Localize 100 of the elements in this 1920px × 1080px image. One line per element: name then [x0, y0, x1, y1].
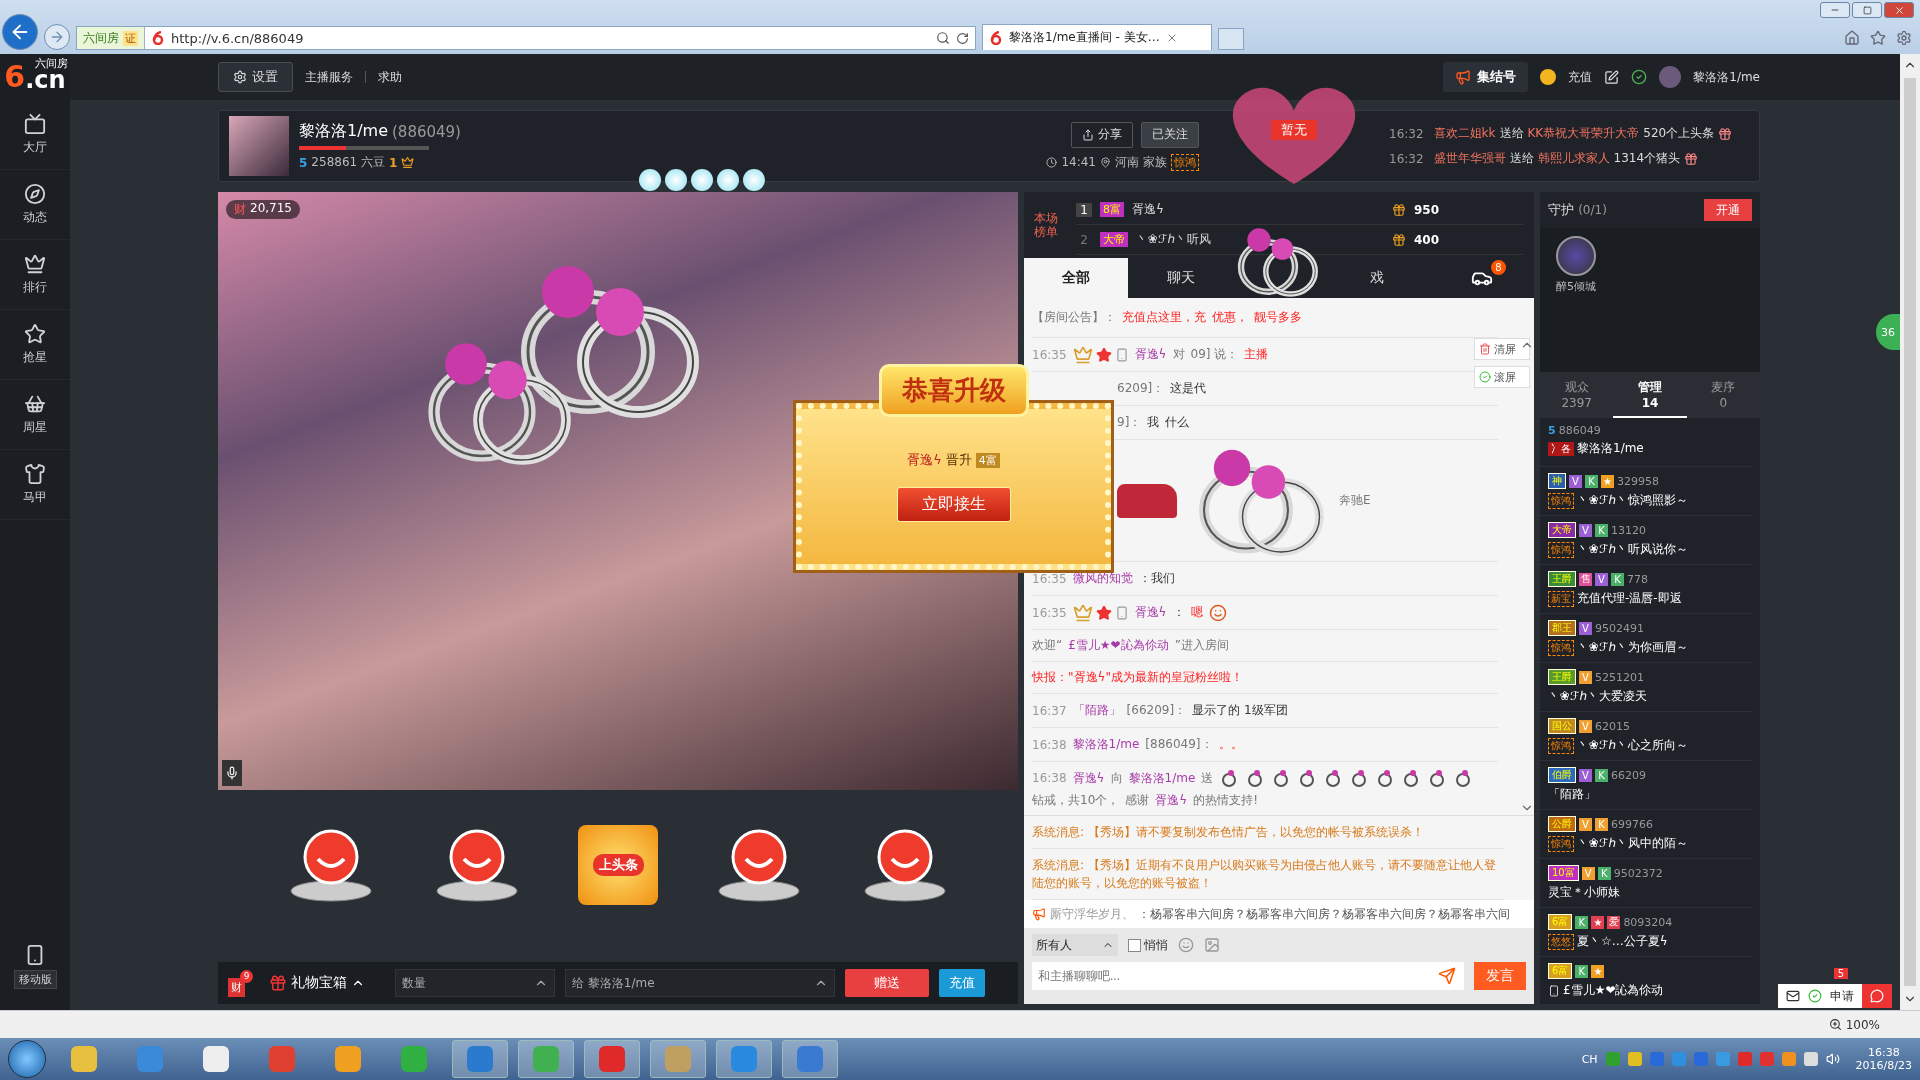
- user-name[interactable]: 充值代理-温唇-即返: [1577, 590, 1682, 607]
- taskbar-button[interactable]: [782, 1040, 838, 1078]
- user-name[interactable]: 胥逸ϟ: [1134, 604, 1167, 621]
- nav-item[interactable]: 大厅: [0, 100, 70, 170]
- whisper-checkbox[interactable]: 悄悄: [1128, 936, 1168, 954]
- refresh-icon[interactable]: [956, 31, 969, 45]
- header-link[interactable]: 主播服务: [305, 68, 353, 86]
- user-name[interactable]: £雪儿★❤訫為伱动: [1068, 637, 1169, 654]
- quantity-field[interactable]: 数量: [395, 969, 555, 997]
- chat-tab[interactable]: 戏: [1325, 258, 1430, 298]
- share-button[interactable]: 分享: [1071, 121, 1133, 148]
- forward-button[interactable]: [44, 24, 70, 50]
- user-name[interactable]: 夏丶☆…公子夏ϟ: [1577, 933, 1668, 950]
- nav-item[interactable]: 动态: [0, 170, 70, 240]
- family-badge[interactable]: 惊鸿: [1171, 153, 1199, 171]
- minimize-button[interactable]: [1820, 2, 1850, 18]
- nav-item[interactable]: 周星: [0, 380, 70, 450]
- new-tab-button[interactable]: [1218, 28, 1244, 50]
- user-tab[interactable]: 麦序 0: [1686, 372, 1760, 418]
- close-button[interactable]: [1884, 2, 1914, 18]
- user-name[interactable]: 丶❀ℱℎ丶心之所向～: [1577, 737, 1689, 754]
- headline-gift[interactable]: 上头条: [578, 825, 658, 905]
- user-name[interactable]: £雪儿★❤訫為伱动: [1563, 982, 1664, 999]
- receiver-name[interactable]: 韩熙儿求家人: [1537, 150, 1610, 167]
- settings-button[interactable]: 设置: [218, 62, 293, 92]
- chat-tab[interactable]: 全部: [1024, 258, 1129, 298]
- chat-input[interactable]: 和主播聊聊吧...: [1032, 962, 1430, 990]
- sender-name[interactable]: 盛世年华强哥: [1433, 150, 1506, 167]
- back-button[interactable]: [2, 14, 38, 50]
- chat-tab[interactable]: 聊天: [1128, 258, 1233, 298]
- settings-icon[interactable]: [1896, 30, 1912, 46]
- user-name[interactable]: 微风的知觉: [1072, 570, 1133, 587]
- recharge-link[interactable]: 充值: [1568, 68, 1593, 86]
- user-tab[interactable]: 观众 2397: [1540, 372, 1614, 418]
- sender-name[interactable]: 喜欢二姐kk: [1433, 125, 1496, 142]
- favorites-icon[interactable]: [1870, 30, 1886, 46]
- user-name[interactable]: 丶❀ℱℎ丶听风说你～: [1577, 541, 1689, 558]
- search-icon[interactable]: [936, 31, 950, 45]
- microphone-button[interactable]: [222, 760, 242, 786]
- follow-button[interactable]: 已关注: [1141, 121, 1199, 148]
- apply-link[interactable]: 申请: [1830, 987, 1854, 1005]
- site-identity[interactable]: 六间房 证: [77, 27, 145, 49]
- nav-item[interactable]: 马甲: [0, 450, 70, 520]
- send-icon-button[interactable]: [1430, 962, 1464, 990]
- user-name[interactable]: 胥逸ϟ: [1072, 769, 1105, 787]
- mail-icon[interactable]: [1786, 989, 1800, 1003]
- give-button[interactable]: 赠送: [845, 969, 929, 997]
- user-name[interactable]: 丶❀ℱℎ丶听风: [1136, 231, 1212, 248]
- emoji-icon[interactable]: [1178, 937, 1194, 953]
- start-button[interactable]: [8, 1040, 46, 1078]
- user-name[interactable]: 黎洛洛1/me: [1072, 736, 1140, 753]
- header-link[interactable]: 求助: [378, 68, 402, 86]
- zoom-level[interactable]: 100%: [1845, 1017, 1880, 1032]
- zoom-icon[interactable]: [1828, 1018, 1842, 1031]
- restore-button[interactable]: [1852, 2, 1882, 18]
- user-avatar[interactable]: [1659, 66, 1682, 88]
- message-button[interactable]: [1862, 984, 1892, 1008]
- home-icon[interactable]: [1844, 30, 1860, 46]
- scrollbar-thumb[interactable]: [1904, 78, 1916, 986]
- user-name[interactable]: 丶❀ℱℎ丶惊鸿照影～: [1577, 492, 1689, 509]
- wealth-badge[interactable]: 财: [228, 977, 245, 997]
- taskbar-button[interactable]: [452, 1040, 508, 1078]
- user-name[interactable]: 胥逸ϟ: [1134, 346, 1167, 363]
- image-icon[interactable]: [1204, 937, 1220, 953]
- nav-item[interactable]: 排行: [0, 240, 70, 310]
- mobile-version-link[interactable]: 移动版: [0, 943, 70, 990]
- rally-button[interactable]: 集结号: [1443, 62, 1529, 92]
- user-name[interactable]: 丶❀ℱℎ丶大爱凌天: [1548, 688, 1648, 705]
- tray-icon[interactable]: [1803, 1052, 1818, 1066]
- gift-box-button[interactable]: 礼物宝箱: [263, 973, 371, 993]
- edit-icon[interactable]: [1604, 69, 1620, 85]
- recipient-select[interactable]: 给 黎洛洛1/me: [565, 969, 835, 997]
- user-menu[interactable]: 黎洛洛1/me: [1693, 68, 1760, 86]
- accept-button[interactable]: 立即接生: [896, 487, 1011, 522]
- open-guard-button[interactable]: 开通: [1704, 199, 1752, 221]
- ranking-title[interactable]: 本场榜单: [1034, 210, 1062, 240]
- user-name[interactable]: 丶❀ℱℎ丶风中的陌～: [1577, 835, 1689, 852]
- tray-icon[interactable]: [1627, 1052, 1642, 1066]
- user-name[interactable]: 胥逸ϟ: [1132, 201, 1164, 218]
- input-language[interactable]: CH: [1581, 1052, 1598, 1066]
- user-name[interactable]: 胥逸ϟ: [1155, 792, 1188, 809]
- user-name[interactable]: 黎洛洛1/me: [1128, 769, 1196, 787]
- user-name[interactable]: 丶❀ℱℎ丶为你画眉～: [1577, 639, 1689, 656]
- browser-tab[interactable]: 黎洛洛1/me直播间 - 美女…: [982, 24, 1212, 50]
- volume-icon[interactable]: [1825, 1052, 1840, 1066]
- scroll-screen-button[interactable]: 滚屏: [1474, 366, 1530, 388]
- target-select[interactable]: 所有人: [1032, 934, 1118, 956]
- tray-icon[interactable]: [1781, 1052, 1796, 1066]
- user-name[interactable]: 胥逸ϟ: [907, 451, 942, 469]
- user-name[interactable]: 灵宝＊小师妹: [1548, 884, 1620, 901]
- taskbar-button[interactable]: [584, 1040, 640, 1078]
- nav-item[interactable]: 抢星: [0, 310, 70, 380]
- user-name[interactable]: 「陌路」: [1072, 702, 1121, 719]
- user-tab[interactable]: 管理 14: [1613, 372, 1687, 418]
- receiver-name[interactable]: KK恭祝大哥荣升大帝: [1527, 125, 1640, 142]
- guard-avatar[interactable]: [1556, 236, 1596, 276]
- clear-screen-button[interactable]: 清屏: [1474, 338, 1530, 360]
- user-name[interactable]: 「陌路」: [1548, 786, 1596, 803]
- user-name[interactable]: 黎洛洛1/me: [1577, 440, 1644, 457]
- check-icon[interactable]: [1808, 989, 1822, 1003]
